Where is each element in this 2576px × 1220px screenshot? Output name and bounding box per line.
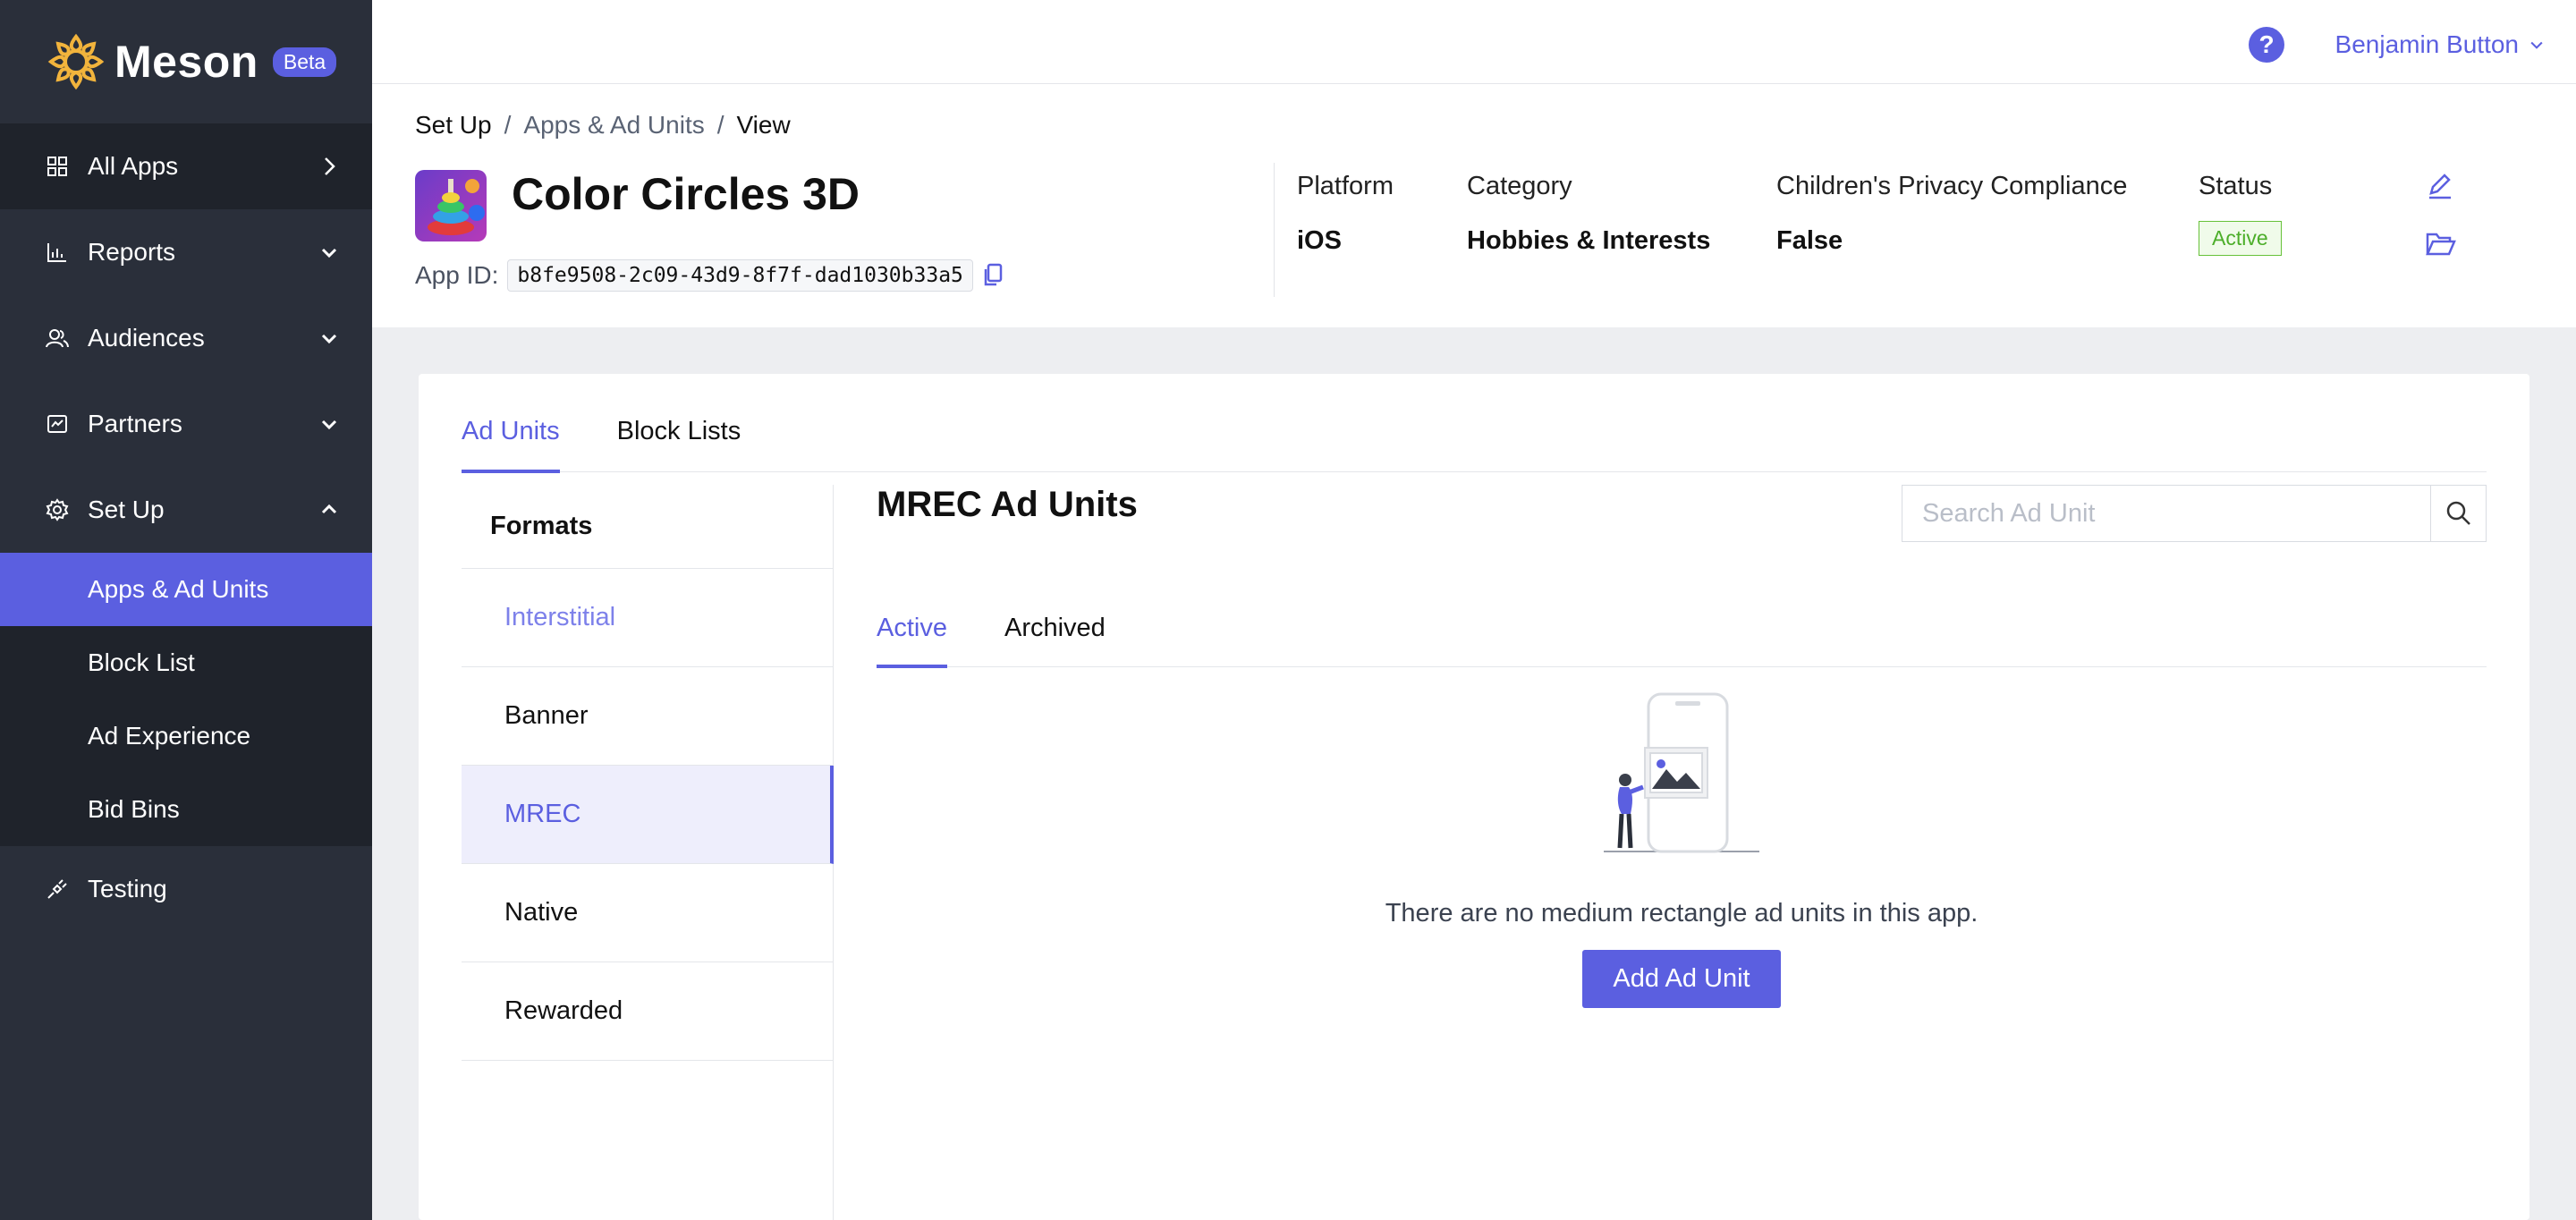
main-card: Ad Units Block Lists Formats Interstitia… <box>419 374 2529 1220</box>
top-bar: ? Benjamin Button <box>372 0 2576 84</box>
tab-archived[interactable]: Archived <box>1004 580 1106 667</box>
tab-active[interactable]: Active <box>877 580 947 668</box>
panel-title: MREC Ad Units <box>877 485 1138 524</box>
app-id-value: b8fe9508-2c09-43d9-8f7f-dad1030b33a5 <box>507 259 973 292</box>
search-input[interactable] <box>1902 486 2430 541</box>
nav-all-apps[interactable]: All Apps <box>0 123 372 209</box>
users-icon <box>45 326 70 351</box>
header-actions <box>2426 172 2462 258</box>
app-id-label: App ID: <box>415 261 499 289</box>
app-icon <box>415 170 487 241</box>
header-divider <box>1274 163 1275 297</box>
breadcrumb-separator: / <box>716 111 724 139</box>
copy-icon[interactable] <box>982 263 1004 288</box>
format-banner[interactable]: Banner <box>462 667 833 766</box>
gear-icon <box>45 497 70 522</box>
bar-chart-icon <box>45 240 70 265</box>
app-title: Color Circles 3D <box>512 169 860 219</box>
format-rewarded[interactable]: Rewarded <box>462 962 833 1061</box>
partners-icon <box>45 411 70 436</box>
tab-block-lists[interactable]: Block Lists <box>617 401 741 472</box>
subnav-block-list[interactable]: Block List <box>0 626 372 699</box>
platform-meta: Platform iOS <box>1297 172 1394 256</box>
sidebar: Meson Beta All Apps Reports Audiences Pa… <box>0 0 372 1220</box>
add-ad-unit-button[interactable]: Add Ad Unit <box>1582 950 1781 1008</box>
empty-state: There are no medium rectangle ad units i… <box>877 689 2487 1008</box>
grid-icon <box>45 154 70 179</box>
status-meta: Status Active <box>2199 172 2282 256</box>
chevron-down-icon <box>321 334 337 344</box>
search-button[interactable] <box>2430 486 2486 541</box>
nav-partners-label: Partners <box>88 410 182 437</box>
plug-icon <box>45 877 70 902</box>
privacy-meta: Children's Privacy Compliance False <box>1776 172 2127 256</box>
edit-icon[interactable] <box>2426 172 2462 199</box>
breadcrumb-separator: / <box>504 111 512 139</box>
folder-open-icon[interactable] <box>2426 231 2462 258</box>
empty-phone-illustration <box>1604 692 1759 853</box>
formats-header: Formats <box>462 485 833 569</box>
category-meta: Category Hobbies & Interests <box>1467 172 1710 256</box>
breadcrumb-apps[interactable]: Apps & Ad Units <box>523 111 704 140</box>
platform-label: Platform <box>1297 172 1394 200</box>
privacy-label: Children's Privacy Compliance <box>1776 172 2128 200</box>
search-box <box>1902 485 2487 542</box>
chevron-right-icon <box>325 157 335 175</box>
brand-logo[interactable]: Meson Beta <box>0 0 372 123</box>
category-value: Hobbies & Interests <box>1467 226 1711 255</box>
subnav-ad-experience[interactable]: Ad Experience <box>0 699 372 773</box>
app-id-row: App ID: b8fe9508-2c09-43d9-8f7f-dad1030b… <box>415 259 1004 292</box>
main-tabs: Ad Units Block Lists <box>462 401 2487 473</box>
nav-all-apps-label: All Apps <box>88 152 179 180</box>
nav-audiences[interactable]: Audiences <box>0 295 372 381</box>
subnav-bid-bins[interactable]: Bid Bins <box>0 773 372 846</box>
nav-testing-label: Testing <box>88 875 167 902</box>
app-header: Set Up / Apps & Ad Units / View Color Ci… <box>372 84 2576 327</box>
chevron-down-icon <box>321 248 337 258</box>
nav-audiences-label: Audiences <box>88 324 205 352</box>
nav-reports-label: Reports <box>88 238 176 266</box>
format-interstitial[interactable]: Interstitial <box>462 569 833 667</box>
help-icon[interactable]: ? <box>2249 27 2284 63</box>
empty-message: There are no medium rectangle ad units i… <box>1385 899 1979 928</box>
beta-badge: Beta <box>272 47 337 77</box>
format-mrec[interactable]: MREC <box>462 766 834 864</box>
status-label: Status <box>2199 172 2273 200</box>
nav-reports[interactable]: Reports <box>0 209 372 295</box>
category-label: Category <box>1467 172 1572 200</box>
nav-setup[interactable]: Set Up <box>0 467 372 553</box>
meson-logo-icon <box>47 33 105 90</box>
nav-setup-label: Set Up <box>88 496 165 523</box>
subnav-apps-ad-units[interactable]: Apps & Ad Units <box>0 553 372 626</box>
user-name: Benjamin Button <box>2334 30 2519 58</box>
status-tabs: Active Archived <box>877 580 2487 668</box>
search-icon <box>2446 501 2470 525</box>
formats-list: Formats Interstitial Banner MREC Native … <box>462 485 834 1220</box>
user-menu[interactable]: Benjamin Button <box>2335 30 2546 59</box>
nav-testing[interactable]: Testing <box>0 846 372 932</box>
breadcrumb-current: View <box>736 111 791 139</box>
tab-ad-units[interactable]: Ad Units <box>462 401 560 473</box>
breadcrumb-setup[interactable]: Set Up <box>415 111 492 140</box>
nav-partners[interactable]: Partners <box>0 381 372 467</box>
setup-subnav: Apps & Ad Units Block List Ad Experience… <box>0 553 372 846</box>
format-native[interactable]: Native <box>462 864 833 962</box>
brand-name: Meson <box>114 37 258 87</box>
chevron-up-icon <box>321 504 337 514</box>
breadcrumb: Set Up / Apps & Ad Units / View <box>415 111 791 140</box>
status-badge: Active <box>2199 221 2282 256</box>
privacy-value: False <box>1776 226 1843 255</box>
platform-value: iOS <box>1297 226 1342 255</box>
chevron-down-icon <box>2530 41 2543 49</box>
chevron-down-icon <box>321 419 337 430</box>
ad-units-panel: MREC Ad Units Active Archived <box>877 485 2487 1220</box>
